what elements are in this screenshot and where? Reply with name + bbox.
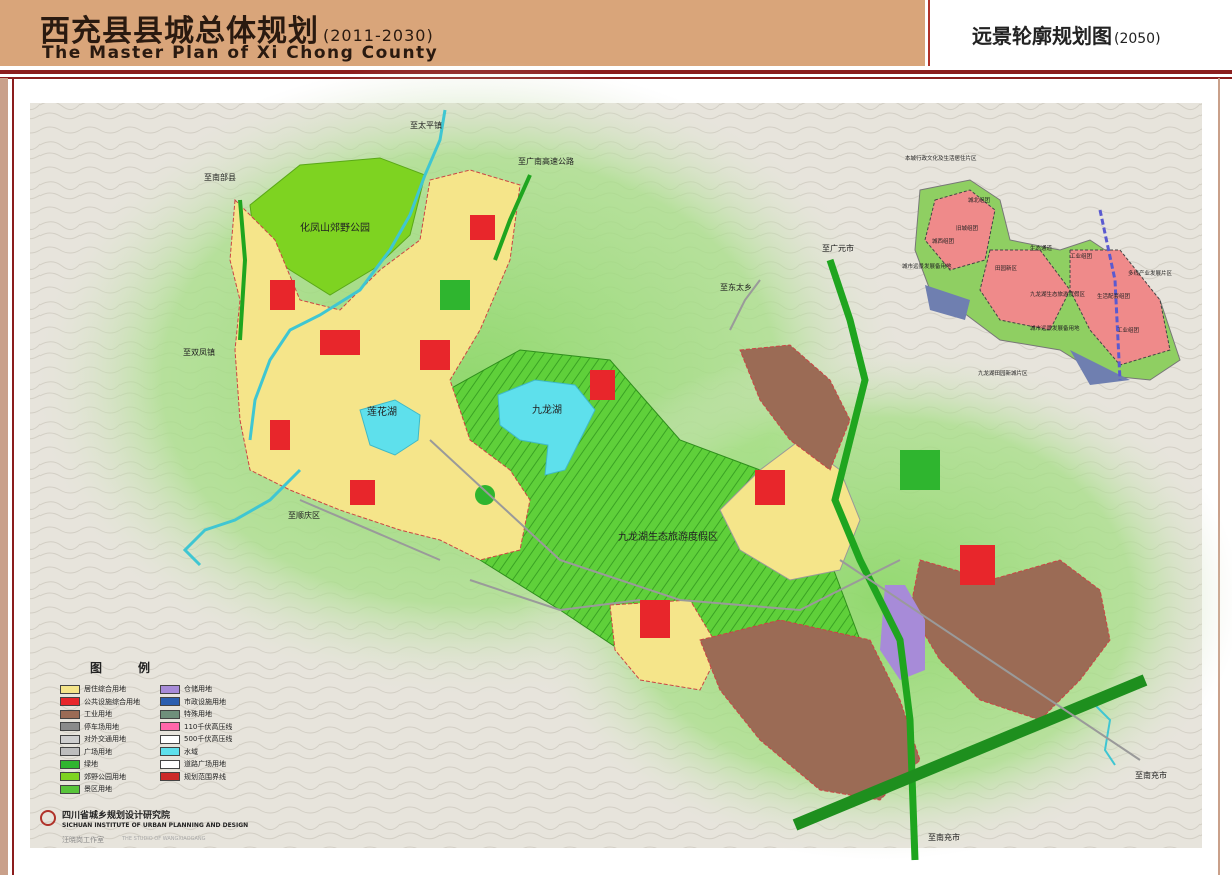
legend-label: 广场用地 (84, 747, 112, 756)
legend-label: 道路广场用地 (184, 760, 226, 768)
legend-item: 公共设施综合用地 (60, 696, 140, 708)
legend-swatch (160, 734, 180, 744)
legend-label: 规划范围界线 (184, 772, 226, 781)
inset-label: 城市远景发展备用地 (1030, 324, 1080, 332)
public-block (470, 215, 495, 240)
inset-label: 本城行政文化及生活居住片区 (905, 154, 977, 162)
inset-label: 工业组团 (1117, 326, 1140, 334)
legend-label: 郊野公园用地 (84, 772, 126, 781)
legend-item: 道路广场用地 (160, 758, 226, 770)
legend-label: 公共设施综合用地 (84, 697, 140, 706)
legend-label: 景区用地 (84, 785, 112, 793)
inset-label: 旧城组团 (956, 224, 979, 232)
legend-label: 水域 (184, 747, 198, 756)
studio-name-en: THE STUDIO OF WANGXIAOGANG (122, 836, 206, 842)
legend-swatch (60, 684, 80, 694)
green-block (900, 450, 940, 490)
legend-item: 对外交通用地 (60, 733, 126, 745)
institute-logo-icon (40, 810, 56, 826)
legend-item: 仓储用地 (160, 683, 212, 695)
inset-label: 城北组团 (968, 196, 991, 204)
to-shunqing-label: 至顺庆区 (288, 510, 320, 520)
legend-swatch (60, 722, 80, 731)
public-block (320, 330, 360, 355)
legend-item: 市政设施用地 (160, 696, 226, 708)
public-block (755, 470, 785, 505)
inset-label: 城西组团 (932, 237, 955, 245)
resort-label: 九龙湖生态旅游度假区 (618, 530, 718, 543)
legend-swatch (60, 772, 80, 781)
legend-label: 110千伏高压线 (184, 722, 233, 731)
to-nanbu-label: 至南部县 (204, 172, 236, 182)
public-block (960, 545, 995, 585)
lotus-label: 莲花湖 (367, 405, 397, 418)
legend-swatch (160, 722, 180, 731)
legend-item: 居住综合用地 (60, 683, 126, 695)
legend-item: 110千伏高压线 (160, 721, 232, 733)
legend-item: 绿地 (60, 758, 98, 770)
legend-label: 绿地 (84, 760, 98, 768)
legend-label: 市政设施用地 (184, 697, 226, 706)
legend-item: 停车场用地 (60, 721, 119, 733)
inset-label: 生活配套组团 (1097, 292, 1131, 300)
legend-item: 特殊用地 (160, 708, 212, 720)
inset-label: 九龙湖生态旅游度假区 (1030, 290, 1086, 298)
legend-item: 水域 (160, 746, 198, 758)
to-guangnan-label: 至广南高速公路 (518, 156, 574, 166)
legend-swatch (60, 784, 80, 794)
legend-swatch (160, 747, 180, 756)
to-nanchong-east-label: 至南充市 (1135, 770, 1167, 780)
public-block (590, 370, 615, 400)
park-label: 化凤山郊野公园 (300, 221, 370, 234)
public-block (270, 280, 295, 310)
legend-swatch (60, 759, 80, 769)
inset-label: 生态通道 (1030, 244, 1053, 252)
to-guangyuan-label: 至广元市 (822, 243, 854, 253)
legend-swatch (60, 747, 80, 756)
lake-label: 九龙湖 (532, 403, 562, 416)
to-nanchong-south-label: 至南充市 (928, 832, 960, 842)
legend-label: 特殊用地 (184, 710, 212, 718)
legend-item: 500千伏高压线 (160, 733, 232, 745)
studio-name-cn: 汪晓岗工作室 (62, 836, 104, 844)
institute-name-en: SICHUAN INSTITUTE OF URBAN PLANNING AND … (62, 822, 249, 829)
to-shuangfeng-label: 至双凤镇 (183, 347, 215, 357)
inset-label: 工业组团 (1070, 252, 1093, 260)
public-block (420, 340, 450, 370)
legend-swatch (160, 772, 180, 781)
legend-swatch (160, 684, 180, 694)
inset-label: 多线产业发展片区 (1128, 269, 1173, 277)
legend-item: 工业用地 (60, 708, 112, 720)
legend-label: 工业用地 (84, 710, 112, 718)
legend-label: 500千伏高压线 (184, 735, 233, 743)
legend-item: 景区用地 (60, 783, 112, 795)
legend-item: 郊野公园用地 (60, 771, 126, 783)
legend-swatch (60, 697, 80, 706)
legend-item: 广场用地 (60, 746, 112, 758)
legend-item: 规划范围界线 (160, 771, 226, 783)
legend-label: 停车场用地 (84, 722, 119, 731)
legend-label: 居住综合用地 (84, 685, 126, 693)
legend-swatch (160, 759, 180, 769)
legend-swatch (160, 709, 180, 719)
to-dongtai-label: 至东太乡 (720, 282, 752, 292)
public-block (350, 480, 375, 505)
green-block (475, 485, 495, 505)
green-block (440, 280, 470, 310)
legend-label: 仓储用地 (184, 685, 212, 693)
legend-swatch (60, 709, 80, 719)
legend-title: 图例 (90, 661, 187, 675)
to-taiping-label: 至太平镇 (410, 120, 442, 130)
public-block (640, 600, 670, 638)
legend-label: 对外交通用地 (84, 735, 126, 743)
legend-swatch (60, 734, 80, 744)
legend-swatch (160, 697, 180, 706)
institute-name-cn: 四川省城乡规划设计研究院 (62, 811, 171, 821)
inset-label: 城市远景发展备用地 (902, 262, 952, 270)
inset-label: 田园新区 (995, 264, 1018, 272)
public-block (270, 420, 290, 450)
inset-label: 九龙湖田园新城片区 (978, 369, 1028, 377)
